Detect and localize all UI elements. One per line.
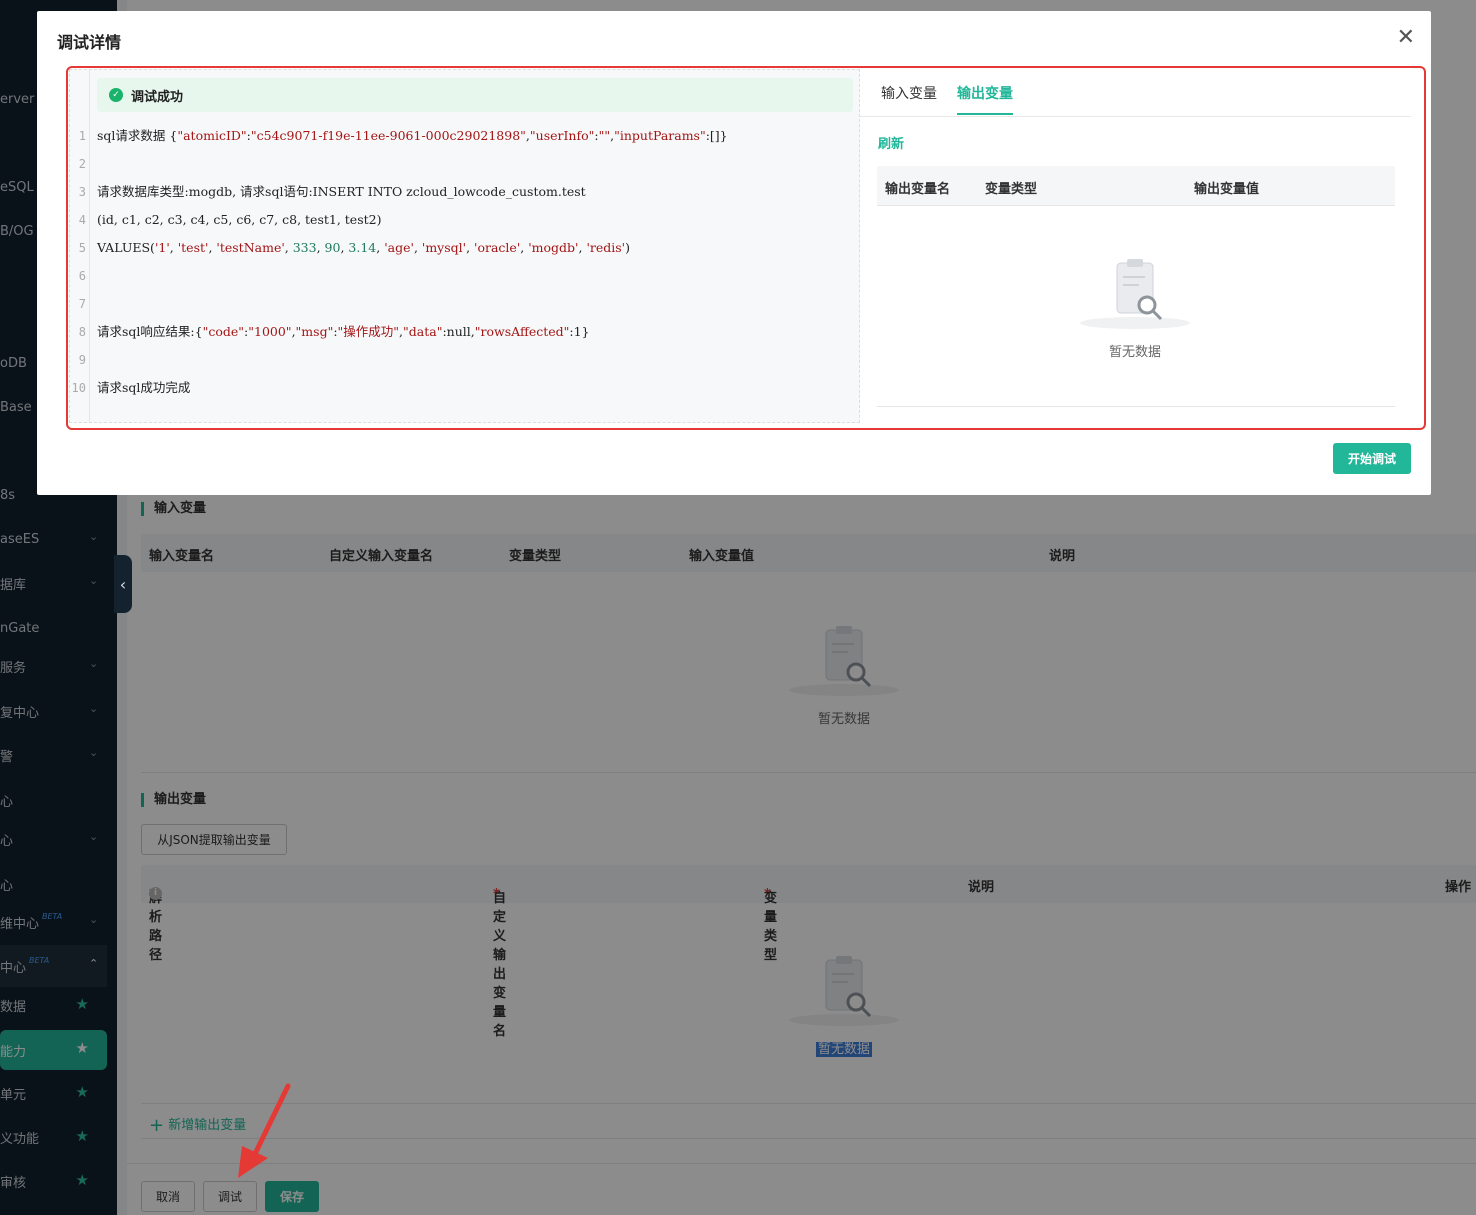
annotation-arrow-icon bbox=[238, 1083, 291, 1178]
debug-detail-modal: 调试详情 ✕ ✓ 调试成功 1 sql请求数据 {"atomicID":"c54c… bbox=[37, 11, 1431, 495]
close-icon[interactable]: ✕ bbox=[1397, 25, 1415, 50]
sidebar-collapse-button[interactable]: ‹ bbox=[114, 555, 132, 613]
modal-title: 调试详情 bbox=[57, 33, 122, 52]
chevron-left-icon: ‹ bbox=[119, 574, 127, 594]
start-debug-button[interactable]: 开始调试 bbox=[1333, 443, 1411, 474]
annotation-highlight-box bbox=[66, 66, 1426, 430]
